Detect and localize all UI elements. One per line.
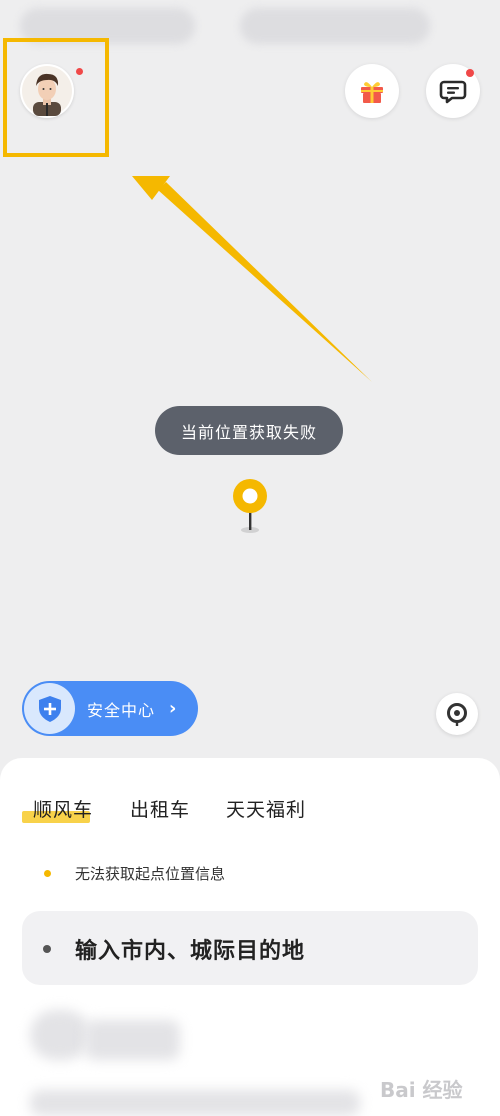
map-screen: 当前位置获取失败 安全中心 › 顺风车 出租车 天天福利 无法获取起点位置信息 … <box>0 0 500 1116</box>
safety-center-button[interactable]: 安全中心 › <box>22 681 198 736</box>
annotation-highlight-box <box>3 38 109 157</box>
watermark-logo: Bai 经验 <box>380 1077 463 1102</box>
tab-hitch-ride[interactable]: 顺风车 <box>33 795 93 822</box>
location-failed-toast: 当前位置获取失败 <box>155 406 343 455</box>
chevron-right-icon: › <box>169 698 177 719</box>
safety-center-label: 安全中心 <box>87 700 156 720</box>
gift-icon <box>361 82 383 103</box>
tab-daily-rewards[interactable]: 天天福利 <box>226 795 306 822</box>
message-badge-dot <box>466 69 474 77</box>
destination-placeholder[interactable]: 输入市内、城际目的地 <box>75 933 305 965</box>
message-icon <box>439 80 467 104</box>
blurred-item-icon <box>30 1010 90 1060</box>
destination-dot <box>43 945 51 953</box>
start-location-warning[interactable]: 无法获取起点位置信息 <box>75 863 225 884</box>
locate-me-button[interactable] <box>436 693 478 735</box>
blurred-item-text <box>85 1020 180 1060</box>
tab-taxi[interactable]: 出租车 <box>130 795 190 822</box>
shield-plus-icon <box>24 683 75 734</box>
gift-button[interactable] <box>345 64 399 118</box>
blurred-item-row <box>30 1090 360 1116</box>
locate-icon <box>447 703 467 726</box>
map-pin-icon <box>233 479 267 533</box>
start-status-dot <box>44 870 51 877</box>
